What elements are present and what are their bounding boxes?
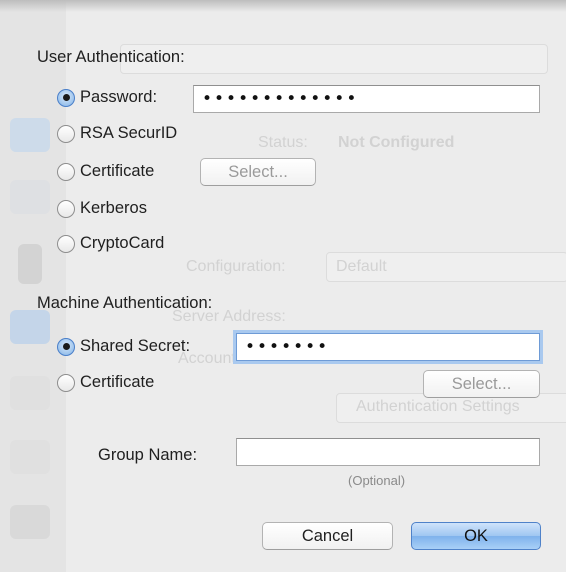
certificate-option[interactable]: Certificate [57,162,154,181]
cryptocard-label: CryptoCard [80,234,165,252]
cancel-button[interactable]: Cancel [262,522,393,550]
group-name-optional-hint: (Optional) [348,473,406,488]
shared-secret-field[interactable]: ••••••• [236,333,540,361]
machine-certificate-radio[interactable] [57,373,75,392]
machine-certificate-option[interactable]: Certificate [57,373,154,392]
cryptocard-option[interactable]: CryptoCard [57,234,164,253]
certificate-radio[interactable] [57,162,75,181]
kerberos-label: Kerberos [80,199,147,217]
machine-certificate-label: Certificate [80,373,155,391]
kerberos-option[interactable]: Kerberos [57,199,147,218]
password-option-label: Password: [80,88,158,106]
machine-authentication-label: Machine Authentication: [37,294,213,312]
group-name-field[interactable] [236,438,540,466]
certificate-select-button[interactable]: Select... [200,158,316,186]
password-field[interactable]: ••••••••••••• [193,85,540,113]
certificate-label: Certificate [80,162,155,180]
password-option[interactable]: Password: [57,88,157,107]
user-authentication-label: User Authentication: [37,48,185,66]
machine-certificate-select-button[interactable]: Select... [423,370,540,398]
shared-secret-label: Shared Secret: [80,337,191,355]
rsa-securid-radio[interactable] [57,124,75,143]
rsa-securid-option[interactable]: RSA SecurID [57,124,177,143]
shared-secret-radio[interactable] [57,337,75,356]
shared-secret-option[interactable]: Shared Secret: [57,337,190,356]
ok-button[interactable]: OK [411,522,541,550]
group-name-label: Group Name: [98,446,198,464]
password-radio[interactable] [57,88,75,107]
sheet-top-shadow [0,0,566,12]
rsa-securid-label: RSA SecurID [80,124,178,142]
kerberos-radio[interactable] [57,199,75,218]
authentication-settings-sheet: User Authentication: Password: •••••••••… [0,0,566,572]
cryptocard-radio[interactable] [57,234,75,253]
